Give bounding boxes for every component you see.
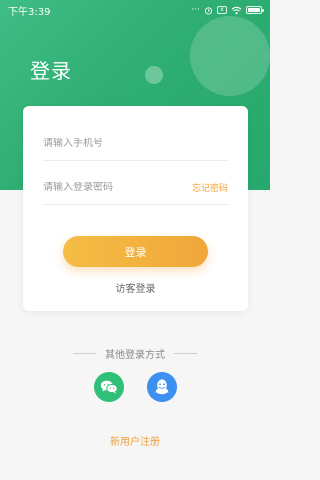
battery-icon [246,6,264,14]
phone-input[interactable] [43,137,173,149]
wifi-icon [231,6,242,15]
qq-login-button[interactable] [147,372,177,402]
phone-field [43,126,228,161]
more-icon: ··· [191,5,200,15]
login-card: 忘记密码 登录 访客登录 [23,106,248,311]
wechat-login-button[interactable] [94,372,124,402]
alarm-icon [204,6,213,15]
forgot-password-link[interactable]: 忘记密码 [192,181,228,194]
decorative-circle-large [190,16,270,96]
guest-login-link[interactable]: 访客登录 [23,280,248,295]
status-time: 下午3:39 [8,6,51,18]
decorative-circle-small [145,66,163,84]
qq-icon [155,379,169,395]
password-field: 忘记密码 [43,170,228,205]
wechat-icon [100,380,118,394]
other-login-label: 其他登录方式 [105,350,165,361]
sim-icon: x [217,6,227,14]
status-icons: ··· x [191,5,264,15]
other-login-divider: 其他登录方式 [73,346,197,361]
login-button[interactable]: 登录 [63,236,208,267]
page-title: 登录 [30,59,72,83]
divider-line-right [174,353,197,354]
password-input[interactable] [43,181,173,193]
register-link[interactable]: 新用户注册 [0,433,270,448]
divider-line-left [73,353,96,354]
status-bar: 下午3:39 ··· x [0,0,270,20]
